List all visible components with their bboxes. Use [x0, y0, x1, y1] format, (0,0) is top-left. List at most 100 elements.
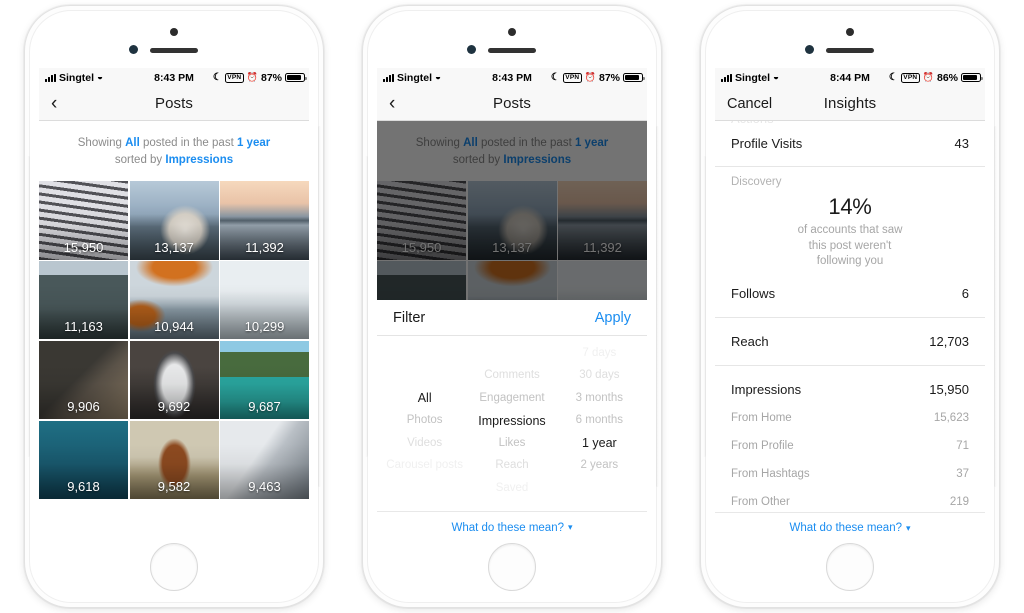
- from-other-label: From Other: [731, 495, 790, 508]
- content-type-picker[interactable]: All Photos Videos Carousel posts: [381, 342, 468, 509]
- alarm-clock-icon: ⏰: [922, 72, 934, 82]
- showing-mid: posted in the past: [477, 137, 575, 149]
- post-metric-value: 13,137: [154, 239, 194, 255]
- screenshot-stage: Singtel ◒ 8:43 PM ☾ VPN ⏰ 87% ‹ Posts Sh…: [0, 0, 1024, 613]
- proximity-sensor-icon: [846, 28, 854, 36]
- picker-option[interactable]: 30 days: [579, 365, 619, 388]
- discovery-stat: 14% of accounts that saw this post weren…: [715, 191, 985, 280]
- filter-summary-banner[interactable]: Showing All posted in the past 1 year so…: [377, 121, 647, 182]
- phone-edge-highlight-left: [703, 156, 706, 457]
- carrier-label: Singtel: [59, 71, 95, 84]
- filter-summary-line-1: Showing All posted in the past 1 year: [55, 135, 293, 152]
- apply-button[interactable]: Apply: [595, 310, 631, 326]
- post-thumbnail[interactable]: 13,137: [129, 181, 219, 260]
- post-thumbnail[interactable]: 9,463: [220, 420, 309, 500]
- posts-grid: 15,950 13,137 11,392 11,163 10,944 10,29…: [39, 181, 309, 500]
- filter-summary-banner[interactable]: Showing All posted in the past 1 year so…: [39, 121, 309, 182]
- home-button[interactable]: [826, 543, 874, 591]
- impressions-breakdown-row: From Home 15,623: [715, 404, 985, 432]
- filter-metric-link[interactable]: Impressions: [503, 154, 571, 166]
- picker-option-selected[interactable]: Impressions: [478, 410, 545, 433]
- post-thumbnail[interactable]: 10,944: [129, 261, 219, 340]
- post-thumbnail[interactable]: 13,137: [467, 181, 557, 260]
- phone-edge-highlight-left: [365, 156, 368, 457]
- home-button[interactable]: [488, 543, 536, 591]
- what-do-these-mean-link[interactable]: What do these mean? ▾: [715, 512, 985, 543]
- filter-period-link[interactable]: 1 year: [575, 137, 608, 149]
- post-thumbnail[interactable]: 9,687: [220, 340, 309, 420]
- post-metric-value: 9,618: [67, 479, 100, 495]
- phone-edge-highlight: [656, 126, 659, 487]
- alarm-clock-icon: ⏰: [584, 72, 596, 82]
- filter-wheels: All Photos Videos Carousel posts Comment…: [377, 336, 647, 511]
- chevron-down-icon: ▾: [905, 522, 911, 533]
- from-hashtags-value: 37: [956, 467, 969, 480]
- filter-type-link[interactable]: All: [125, 137, 140, 149]
- picker-option[interactable]: Carousel posts: [386, 455, 463, 478]
- post-metric-value: 9,906: [67, 399, 100, 415]
- post-thumbnail[interactable]: 11,392: [558, 181, 647, 260]
- what-do-these-mean-link[interactable]: What do these mean? ▾: [377, 511, 647, 543]
- picker-option[interactable]: 2 years: [580, 455, 618, 478]
- filter-summary-line-1: Showing All posted in the past 1 year: [393, 135, 631, 152]
- do-not-disturb-moon-icon: ☾: [212, 71, 222, 83]
- metric-picker[interactable]: Comments Engagement Impressions Likes Re…: [468, 342, 555, 509]
- post-thumbnail[interactable]: 10,299: [220, 261, 309, 340]
- picker-option[interactable]: 7 days: [582, 342, 616, 365]
- post-thumbnail[interactable]: 15,950: [377, 181, 466, 260]
- back-chevron-icon[interactable]: ‹: [51, 94, 57, 113]
- picker-option[interactable]: 6 months: [576, 410, 623, 433]
- picker-option-selected[interactable]: 1 year: [582, 432, 617, 455]
- page-title: Posts: [492, 95, 531, 112]
- picker-option[interactable]: Saved: [496, 477, 529, 500]
- post-thumbnail[interactable]: 9,618: [39, 420, 128, 500]
- picker-option[interactable]: Comments: [484, 365, 540, 388]
- home-button[interactable]: [150, 543, 198, 591]
- insights-content: Actions Profile Visits 43 Discovery 14% …: [715, 121, 985, 516]
- discovery-description-line-1: of accounts that saw: [797, 224, 903, 236]
- post-thumbnail[interactable]: 15,950: [39, 181, 128, 260]
- time-period-picker[interactable]: 7 days 30 days 3 months 6 months 1 year …: [556, 342, 643, 509]
- post-metric-value: 9,463: [248, 479, 281, 495]
- picker-option[interactable]: Likes: [499, 432, 526, 455]
- from-other-value: 219: [949, 495, 969, 508]
- insights-scroll-area[interactable]: Actions Profile Visits 43 Discovery 14% …: [715, 121, 985, 543]
- vpn-badge: VPN: [900, 72, 920, 83]
- post-thumbnail[interactable]: 11,392: [220, 181, 309, 260]
- filter-type-link[interactable]: All: [463, 137, 478, 149]
- post-thumbnail[interactable]: 9,906: [39, 340, 128, 420]
- status-bar-right: ☾ VPN ⏰ 86%: [889, 72, 983, 84]
- post-thumbnail[interactable]: 11,163: [39, 261, 128, 340]
- post-metric-value: 11,163: [64, 319, 103, 335]
- picker-option[interactable]: Photos: [407, 410, 443, 433]
- front-camera-icon: [467, 45, 476, 54]
- picker-option-selected[interactable]: All: [418, 387, 432, 410]
- back-chevron-icon[interactable]: ‹: [389, 94, 395, 113]
- vpn-badge: VPN: [224, 72, 244, 83]
- picker-option[interactable]: 3 months: [576, 387, 623, 410]
- status-bar: Singtel ◒ 8:43 PM ☾ VPN ⏰ 87%: [39, 68, 309, 87]
- profile-visits-row: Profile Visits 43: [715, 129, 985, 157]
- from-home-value: 15,623: [933, 411, 969, 424]
- picker-option[interactable]: Videos: [407, 432, 442, 455]
- post-metric-value: 10,944: [154, 319, 194, 335]
- proximity-sensor-icon: [170, 28, 178, 36]
- post-thumbnail[interactable]: 9,582: [129, 420, 219, 500]
- page-title: Posts: [154, 95, 193, 112]
- picker-option[interactable]: Reach: [495, 455, 528, 478]
- post-metric-value: 9,582: [157, 479, 191, 495]
- discovery-section-label: Discovery: [731, 176, 782, 188]
- cancel-button[interactable]: Cancel: [727, 96, 772, 112]
- from-profile-label: From Profile: [731, 439, 794, 452]
- post-thumbnail[interactable]: 9,692: [129, 340, 219, 420]
- phone-3-screen: Singtel ◒ 8:44 PM ☾ VPN ⏰ 86% Cancel Ins…: [715, 68, 985, 543]
- proximity-sensor-icon: [508, 28, 516, 36]
- follows-row: Follows 6: [715, 280, 985, 308]
- filter-metric-link[interactable]: Impressions: [165, 154, 233, 166]
- filter-summary-line-2: sorted by Impressions: [393, 152, 631, 169]
- picker-option[interactable]: Engagement: [479, 387, 544, 410]
- filter-period-link[interactable]: 1 year: [237, 137, 270, 149]
- showing-mid: posted in the past: [139, 137, 237, 149]
